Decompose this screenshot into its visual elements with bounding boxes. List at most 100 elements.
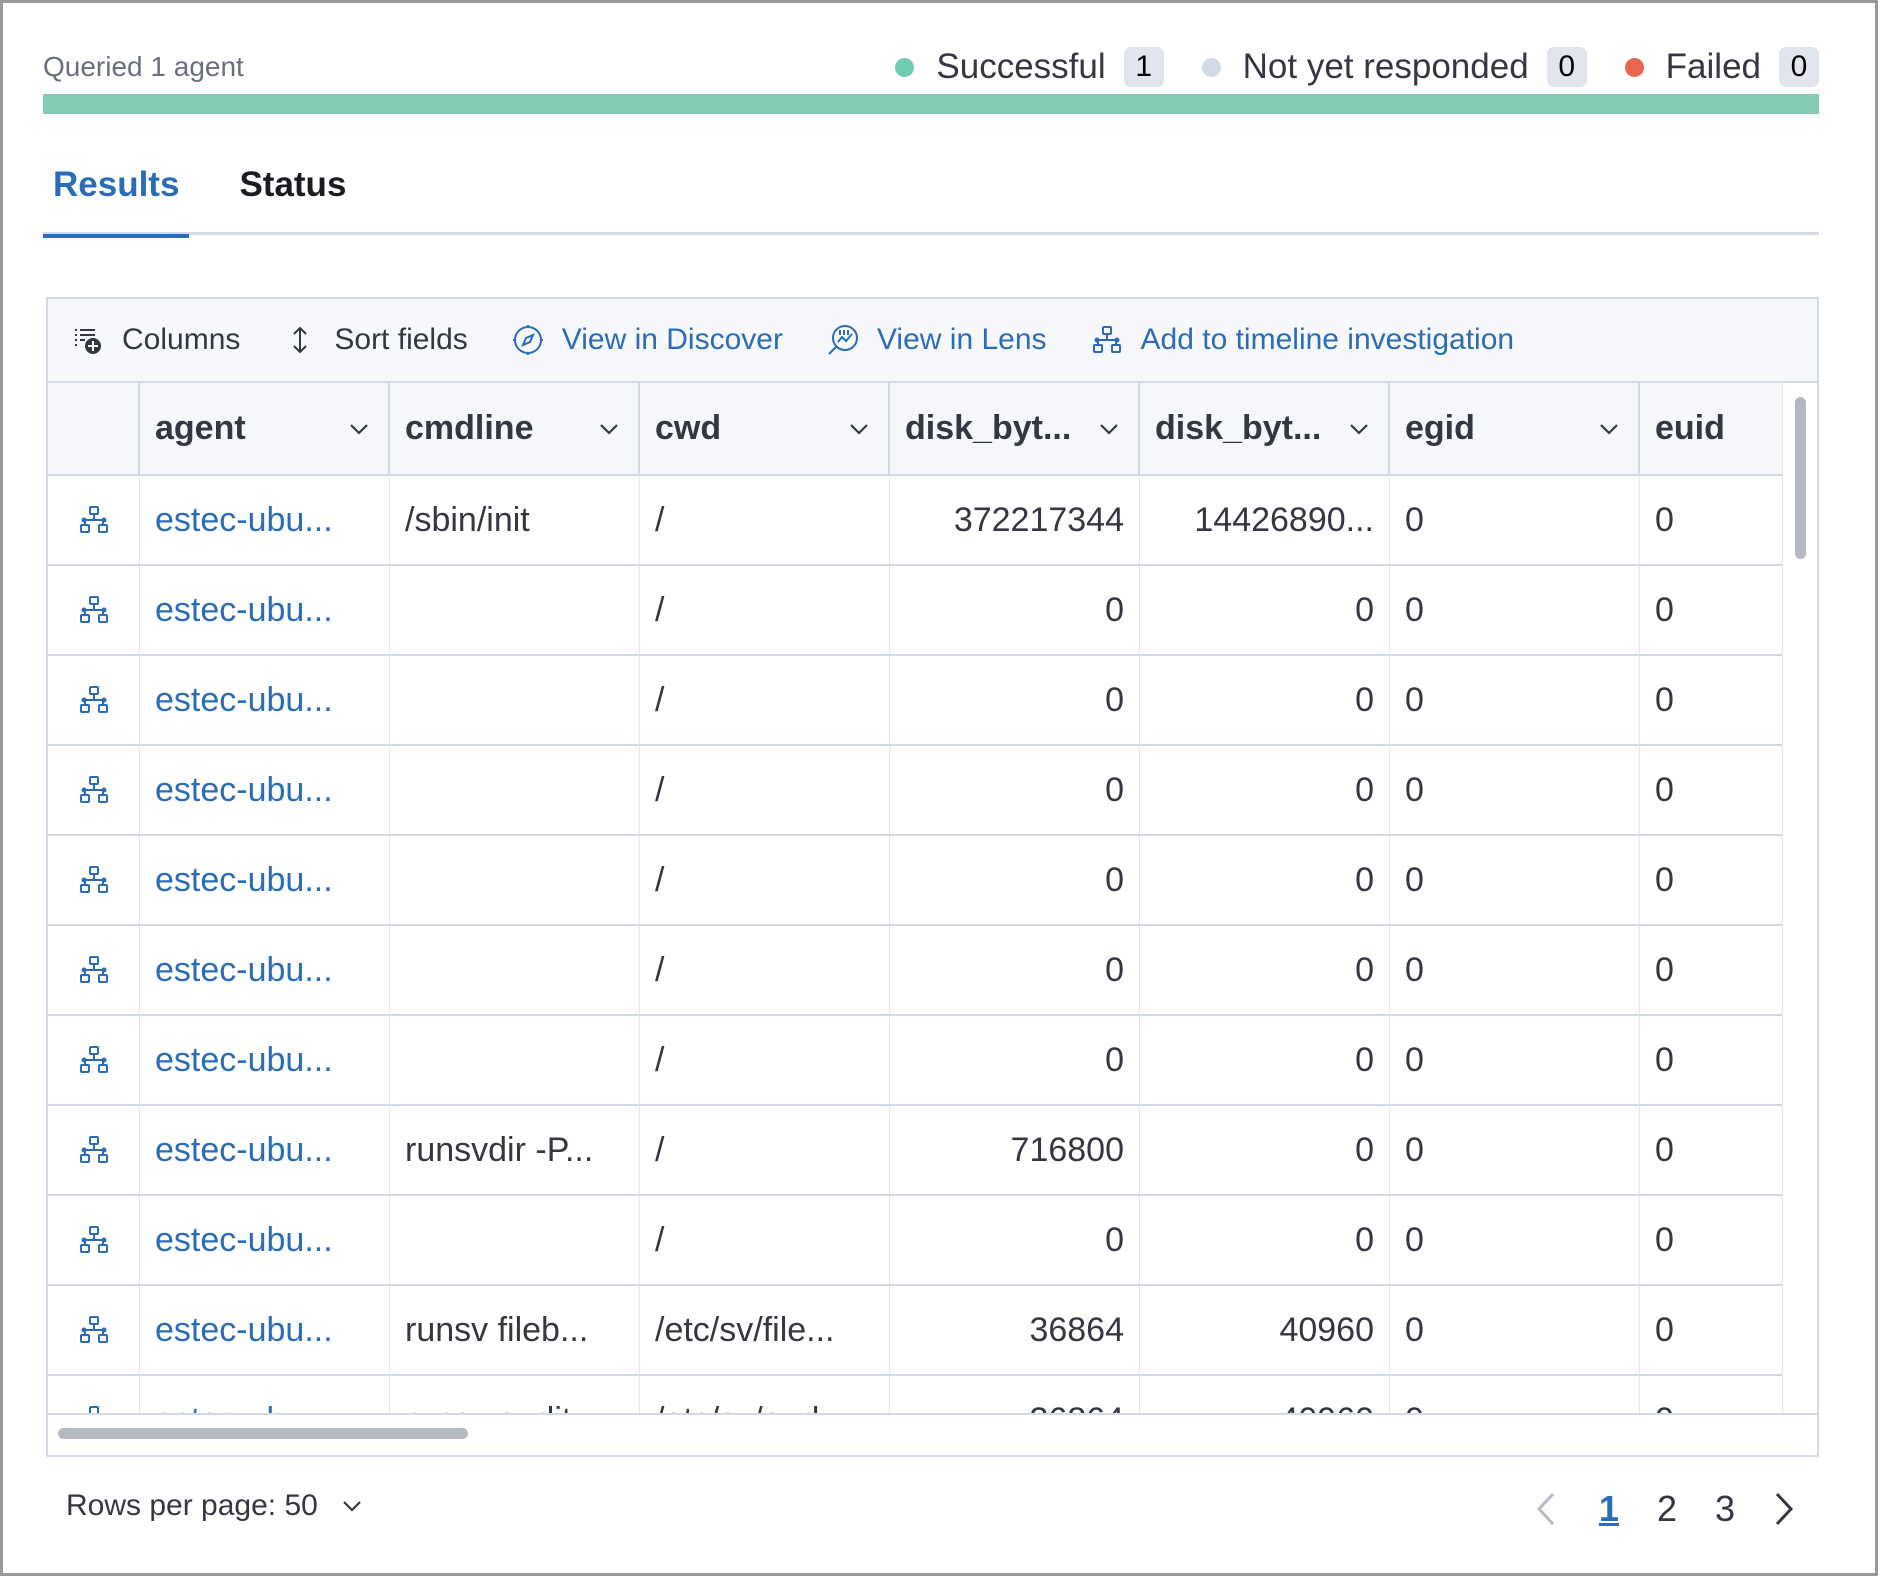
row-action-cell (48, 1196, 140, 1284)
status-label: Failed (1665, 47, 1761, 86)
view-in-lens-button[interactable]: View in Lens (827, 323, 1047, 357)
header-cell-cwd[interactable]: cwd (640, 383, 890, 474)
investigate-in-timeline-icon[interactable] (79, 1135, 109, 1165)
chevron-down-icon (343, 1501, 361, 1512)
table-cell: 0 (1640, 566, 1782, 654)
next-page-button[interactable] (1769, 1489, 1799, 1529)
investigate-in-timeline-icon[interactable] (79, 1045, 109, 1075)
header-cell-disk_byt[interactable]: disk_byt... (1140, 383, 1390, 474)
table-cell: / (640, 836, 890, 924)
horizontal-scrollbar-thumb[interactable] (58, 1428, 468, 1439)
investigate-in-timeline-icon[interactable] (79, 595, 109, 625)
pagination: 1 2 3 (1497, 1481, 1819, 1537)
table-cell: 36864 (890, 1376, 1140, 1413)
view-in-discover-button[interactable]: View in Discover (512, 323, 783, 357)
table-cell: /etc/sv/file... (640, 1286, 890, 1374)
columns-button[interactable]: Columns (72, 323, 240, 357)
add-to-timeline-button[interactable]: Add to timeline investigation (1091, 323, 1515, 357)
row-action-cell (48, 1106, 140, 1194)
agent-link[interactable]: estec-ubu... (140, 476, 390, 564)
table-cell: 14426890... (1140, 476, 1390, 564)
agent-link[interactable]: estec-ubu... (140, 1376, 390, 1413)
chevron-down-icon (350, 423, 368, 435)
agent-link[interactable]: estec-ubu... (140, 1016, 390, 1104)
column-header-label: euid (1655, 409, 1725, 447)
row-action-cell (48, 476, 140, 564)
header-cell-cmdline[interactable]: cmdline (390, 383, 640, 474)
table-cell: 0 (1640, 1016, 1782, 1104)
column-header-label: cwd (655, 409, 722, 447)
row-action-cell (48, 656, 140, 744)
vertical-scrollbar[interactable] (1782, 383, 1817, 1413)
table-row: estec-ubu...runsv audit.../etc/sv/aud...… (48, 1376, 1782, 1413)
header-cell-disk_byt[interactable]: disk_byt... (890, 383, 1140, 474)
agent-link[interactable]: estec-ubu... (140, 656, 390, 744)
investigate-in-timeline-icon[interactable] (79, 775, 109, 805)
horizontal-scrollbar[interactable] (48, 1413, 1817, 1455)
table-row: estec-ubu.../0 0 0 0 (48, 1196, 1782, 1286)
row-action-cell (48, 1016, 140, 1104)
agent-link[interactable]: estec-ubu... (140, 926, 390, 1014)
table-cell: / (640, 566, 890, 654)
queried-agents-label: Queried 1 agent (43, 51, 244, 82)
page-2-button[interactable]: 2 (1657, 1488, 1677, 1530)
grid-toolbar: Columns Sort fields View in Discover Vie… (48, 299, 1817, 383)
grid-footer: Rows per page: 50 1 2 3 (46, 1481, 1819, 1537)
table-cell: 0 (890, 566, 1140, 654)
table-header-row: agent cmdline cwd disk_byt... disk_byt... egi… (48, 383, 1782, 476)
header-cell-agent[interactable]: agent (140, 383, 390, 474)
investigate-in-timeline-icon[interactable] (79, 865, 109, 895)
page-1-button[interactable]: 1 (1599, 1488, 1619, 1530)
header-cell-euid[interactable]: euid (1640, 383, 1782, 474)
table-cell (390, 746, 640, 834)
table-cell: 0 (1390, 656, 1640, 744)
table-cell: / (640, 656, 890, 744)
table-cell: /etc/sv/aud... (640, 1376, 890, 1413)
chevron-down-icon (600, 423, 618, 435)
table-cell: 0 (1640, 836, 1782, 924)
table-cell: 0 (1390, 566, 1640, 654)
table-cell: 0 (890, 926, 1140, 1014)
agent-link[interactable]: estec-ubu... (140, 566, 390, 654)
investigate-in-timeline-icon[interactable] (79, 1225, 109, 1255)
investigate-in-timeline-icon[interactable] (79, 685, 109, 715)
status-counts: Successful 1 Not yet responded 0 Failed … (857, 47, 1819, 87)
page-3-button[interactable]: 3 (1715, 1488, 1735, 1530)
query-progress-bar (43, 94, 1819, 114)
chevron-left-icon (1536, 1492, 1555, 1526)
table-cell: 0 (1390, 746, 1640, 834)
investigate-in-timeline-icon[interactable] (79, 1315, 109, 1345)
query-progress-fill (43, 94, 1819, 114)
results-table: agent cmdline cwd disk_byt... disk_byt... egi… (48, 383, 1782, 1413)
table-row: estec-ubu.../0 0 0 0 (48, 656, 1782, 746)
investigate-in-timeline-icon[interactable] (79, 955, 109, 985)
previous-page-button[interactable] (1531, 1489, 1561, 1529)
agent-link[interactable]: estec-ubu... (140, 836, 390, 924)
table-cell: 0 (1390, 836, 1640, 924)
sort-fields-button[interactable]: Sort fields (284, 323, 468, 357)
tab-status[interactable]: Status (229, 153, 356, 235)
tab-results[interactable]: Results (43, 153, 190, 238)
rows-per-page-select[interactable]: Rows per page: 50 (66, 1489, 366, 1523)
chevron-down-icon (1600, 423, 1618, 435)
row-action-cell (48, 926, 140, 1014)
table-cell (390, 1196, 640, 1284)
header-cell-egid[interactable]: egid (1390, 383, 1640, 474)
agent-link[interactable]: estec-ubu... (140, 1196, 390, 1284)
agent-link[interactable]: estec-ubu... (140, 746, 390, 834)
agent-link[interactable]: estec-ubu... (140, 1286, 390, 1374)
table-cell: 40960 (1140, 1286, 1390, 1374)
investigate-in-timeline-icon[interactable] (79, 1405, 109, 1413)
chevron-right-icon (1775, 1492, 1794, 1526)
table-cell (390, 1016, 640, 1104)
investigate-in-timeline-icon[interactable] (79, 505, 109, 535)
vertical-scrollbar-thumb[interactable] (1795, 397, 1806, 559)
results-tabs: Results Status (43, 153, 1819, 238)
table-row: estec-ubu.../0 0 0 0 (48, 746, 1782, 836)
add-to-timeline-label: Add to timeline investigation (1140, 323, 1515, 356)
table-cell: / (640, 746, 890, 834)
timeline-icon (1091, 324, 1123, 356)
agent-link[interactable]: estec-ubu... (140, 1106, 390, 1194)
row-action-cell (48, 746, 140, 834)
status-label: Not yet responded (1242, 47, 1529, 86)
